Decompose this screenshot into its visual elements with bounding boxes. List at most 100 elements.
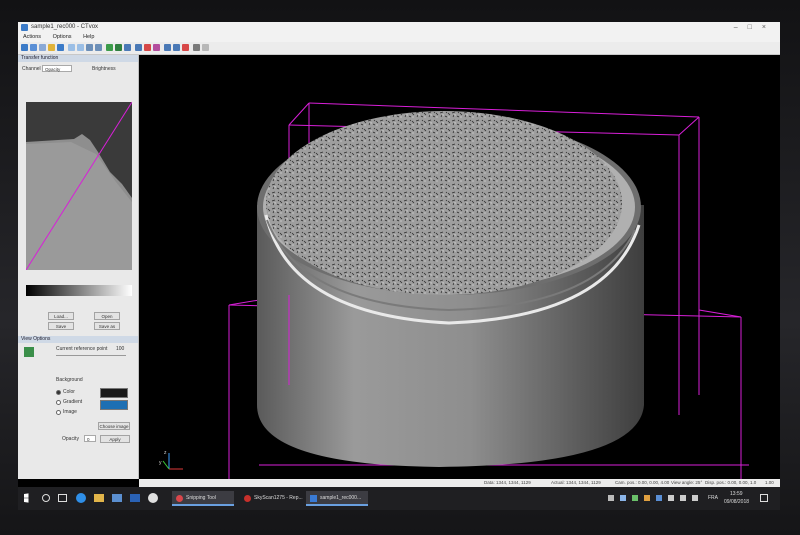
maximize-icon[interactable]: □ [748,24,762,31]
taskbar-label-skyscan: SkyScan1275 - Rep... [254,495,303,501]
open-button[interactable]: Open [94,312,120,320]
status-disp: Disp. pos.: 0.00, 0.00, 1.0 [705,480,757,485]
search-icon[interactable] [42,494,50,502]
tray-app-icon-2[interactable] [644,495,650,501]
bg-radio-gradient[interactable] [56,400,61,405]
volume-icon[interactable] [680,495,686,501]
notifications-icon[interactable] [760,494,768,502]
people-icon[interactable] [608,495,614,501]
window-controls[interactable]: –□× [734,22,776,33]
status-bar: Data: 1344, 1344, 1129 Actual: 1344, 134… [139,479,780,487]
system-tray: FRA 13:59 09/08/2018 [608,487,780,510]
menu-actions[interactable]: Actions [23,34,41,40]
channel-label: Channel [22,66,41,72]
snipping-tool-icon [176,495,183,502]
status-actual: Actual: 1344, 1344, 1129 [551,480,601,485]
task-view-icon[interactable] [58,494,67,502]
copy-icon[interactable] [39,44,46,51]
close-icon[interactable]: × [762,24,776,31]
save-icon[interactable] [30,44,37,51]
choose-image-button[interactable]: Choose image [98,422,130,430]
channel-select[interactable]: Opacity [42,65,72,72]
transfer-function-header[interactable]: Transfer function [18,55,138,62]
help-icon[interactable] [48,44,55,51]
zoom-out-icon[interactable] [77,44,84,51]
toolbar [18,42,780,55]
mail-icon[interactable] [130,494,140,502]
save-button[interactable]: Save [48,322,74,330]
left-panel: Transfer function Channel Opacity Bright… [18,55,139,479]
taskbar-label-snipping: Snipping Tool [186,495,216,501]
apply-button[interactable]: Apply [100,435,130,443]
clock-date[interactable]: 09/08/2018 [724,499,749,505]
file-explorer-icon[interactable] [94,494,104,502]
screen: sample1_rec000 - CTvox –□× Actions Optio… [18,22,780,510]
tray-app-icon-4[interactable] [668,495,674,501]
bg-option-color: Color [63,389,75,395]
marker-icon[interactable] [144,44,151,51]
open-icon[interactable] [21,44,28,51]
background-color-swatch-top[interactable] [100,388,128,398]
opacity-label: Opacity [62,436,79,442]
minimize-icon[interactable]: – [734,24,748,31]
render-icon[interactable] [106,44,113,51]
network-icon[interactable] [620,495,626,501]
menu-options[interactable]: Options [53,34,72,40]
transfer-function-plot[interactable] [26,102,132,270]
bg-radio-color[interactable] [56,390,61,395]
view-options-header[interactable]: View Options [18,336,138,343]
app-icon [21,24,28,31]
battery-icon[interactable] [692,495,698,501]
rotate-icon[interactable] [86,44,93,51]
taskbar-item-ctvox[interactable]: sample1_rec000... [306,491,368,506]
settings-icon[interactable] [193,44,200,51]
window-titlebar: sample1_rec000 - CTvox –□× [18,22,780,33]
snapshot-icon[interactable] [173,44,180,51]
pan-icon[interactable] [95,44,102,51]
axis-label-y: y [159,460,162,466]
taskbar-item-skyscan[interactable]: SkyScan1275 - Rep... [240,491,303,506]
menu-bar: Actions Options Help [18,33,780,42]
measure-icon[interactable] [164,44,171,51]
taskbar-item-snipping[interactable]: Snipping Tool [172,491,234,506]
clip-icon[interactable] [124,44,131,51]
taskbar-label-ctvox: sample1_rec000... [320,495,362,501]
view-options-icon [24,347,34,357]
light-icon[interactable] [115,44,122,51]
stop-icon[interactable] [182,44,189,51]
tray-app-icon-3[interactable] [656,495,662,501]
bg-radio-image[interactable] [56,410,61,415]
clipping-value: 100 [116,346,125,352]
record-icon[interactable] [153,44,160,51]
load-button[interactable]: Load... [48,312,74,320]
bg-option-gradient: Gradient [63,399,83,405]
clipping-slider[interactable] [56,355,126,356]
status-zoom: 1.00 [765,480,774,485]
skyscan-icon [244,495,251,502]
start-icon[interactable] [24,493,29,503]
store-icon[interactable] [112,494,122,502]
background-label: Background [56,377,83,383]
tray-app-icon-1[interactable] [632,495,638,501]
clock-time[interactable]: 13:59 [730,491,743,497]
status-data-size: Data: 1344, 1344, 1129 [484,480,531,485]
info-icon[interactable] [202,44,209,51]
opacity-input[interactable]: 0 [84,435,96,442]
menu-help[interactable]: Help [83,34,94,40]
zoom-in-icon[interactable] [68,44,75,51]
taskbar: Snipping Tool SkyScan1275 - Rep... sampl… [18,487,780,510]
status-view-angle: View angle: 25° [671,480,703,485]
app-icon-1[interactable] [148,493,158,503]
edge-icon[interactable] [76,493,86,503]
axis-label-z: z [164,450,167,456]
volume-render-viewport[interactable]: z y [139,55,780,479]
save-as-button[interactable]: Save as [94,322,120,330]
language-indicator[interactable]: FRA [708,495,718,501]
status-cam: Cam. pos.: 0.00, 0.00, 4.00 [615,480,670,485]
window-title: sample1_rec000 - CTvox [31,24,99,30]
clipping-label: Current reference point [56,346,108,352]
reset-view-icon[interactable] [57,44,64,51]
ctvox-icon [310,495,317,502]
background-color-swatch-bottom[interactable] [100,400,128,410]
cut-icon[interactable] [135,44,142,51]
